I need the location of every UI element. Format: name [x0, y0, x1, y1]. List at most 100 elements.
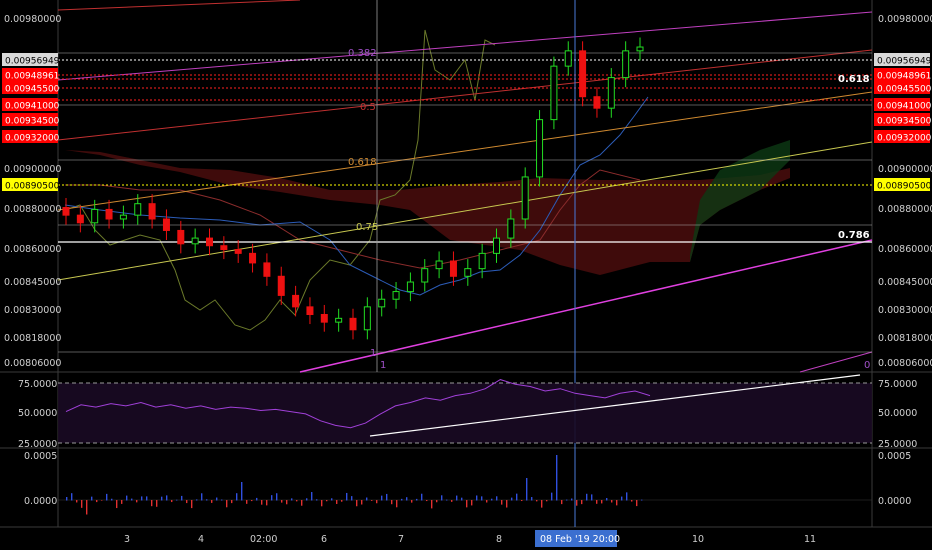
macd-bar: [606, 498, 608, 501]
trading-chart[interactable]: 0.382 0.5 0.618 0.75 1 0.618 0.786 1 0 0…: [0, 0, 932, 550]
candle-body: [62, 207, 70, 216]
candle-body: [349, 317, 357, 331]
candle-body: [593, 96, 601, 109]
y-tick-label: 0.00980000: [878, 14, 932, 25]
fib-label: 0: [864, 360, 870, 371]
rsi-tick-label: 25.0000: [18, 439, 57, 450]
macd-bar: [311, 492, 313, 501]
macd-bar: [461, 497, 463, 501]
x-tick-label: 10: [692, 534, 704, 545]
macd-bar: [501, 500, 503, 505]
macd-bar: [371, 500, 373, 501]
macd-bar: [481, 496, 483, 501]
x-tick-label: 3: [124, 534, 130, 545]
macd-bar: [116, 500, 118, 509]
macd-bar: [316, 499, 318, 501]
x-tick-label: 7: [398, 534, 404, 545]
macd-bar: [106, 493, 108, 501]
candle-body: [76, 214, 84, 224]
rsi-tick-label: 75.0000: [878, 379, 917, 390]
macd-bar: [581, 500, 583, 505]
candle-body: [392, 291, 400, 300]
macd-bar: [266, 500, 268, 506]
macd-bar: [101, 500, 103, 501]
macd-bar: [556, 455, 558, 501]
candle-body: [507, 218, 515, 239]
y-tick-label: 0.00900000: [878, 164, 932, 175]
macd-bar: [336, 500, 338, 504]
macd-bar: [616, 500, 618, 506]
candle-body: [105, 208, 113, 220]
macd-bar: [211, 500, 213, 503]
macd-bar: [81, 500, 83, 508]
macd-bar: [91, 496, 93, 501]
macd-bar: [456, 495, 458, 501]
fib-label: 1: [380, 360, 386, 371]
macd-bar: [386, 493, 388, 501]
candle-body: [148, 203, 156, 220]
macd-bar: [586, 493, 588, 501]
macd-bar: [256, 497, 258, 501]
candle-body: [449, 260, 457, 277]
candle-body: [363, 306, 371, 331]
price-tag-label: 0.00956949: [877, 57, 932, 67]
candle-body: [134, 203, 142, 216]
macd-bar: [196, 499, 198, 501]
candle-body: [478, 252, 486, 270]
macd-bar: [551, 492, 553, 501]
macd-bar: [306, 498, 308, 501]
macd-bar: [376, 500, 378, 504]
y-tick-label: 0.00860000: [4, 244, 61, 255]
candle-body: [191, 237, 199, 245]
candle-body: [378, 298, 386, 308]
price-tag-label: 0.00934500: [5, 117, 60, 127]
candle-body: [263, 262, 271, 277]
y-tick-label: 0.00860000: [878, 244, 932, 255]
y-tick-label: 0.00980000: [4, 14, 61, 25]
macd-bar: [176, 499, 178, 501]
candle-body: [607, 77, 615, 109]
candle-body: [406, 281, 414, 293]
macd-bar: [471, 500, 473, 506]
macd-bar: [406, 497, 408, 501]
macd-bar: [576, 500, 578, 506]
macd-bar: [571, 498, 573, 501]
macd-bar: [281, 500, 283, 503]
macd-bar: [356, 500, 358, 507]
macd-tick-label: 0.0000: [878, 496, 911, 507]
macd-bar: [526, 478, 528, 501]
macd-bar: [411, 500, 413, 503]
y-tick-label: 0.00818000: [4, 333, 61, 344]
x-tick-label: 4: [198, 534, 204, 545]
fib-label: 0.618: [838, 74, 870, 85]
rsi-panel: [58, 374, 872, 444]
rsi-tick-label: 50.0000: [878, 408, 917, 419]
price-tag-label: 0.00932000: [877, 134, 932, 144]
macd-bar: [326, 500, 328, 502]
x-tick-label: 11: [804, 534, 816, 545]
y-tick-label: 0.00880000: [4, 204, 61, 215]
macd-bar: [151, 500, 153, 507]
macd-bar: [521, 500, 523, 502]
macd-bar: [161, 496, 163, 501]
macd-bar: [351, 496, 353, 501]
macd-bar: [511, 497, 513, 501]
macd-bar: [486, 500, 488, 503]
macd-bar: [516, 493, 518, 501]
macd-bar: [126, 495, 128, 501]
candle-body: [493, 237, 500, 254]
candle-body: [206, 237, 213, 247]
macd-bar: [301, 500, 303, 506]
macd-tick-label: 0.0005: [878, 451, 911, 462]
macd-bar: [71, 493, 73, 501]
macd-bar: [66, 497, 68, 501]
macd-bar: [476, 495, 478, 501]
macd-bar: [441, 495, 443, 501]
macd-bar: [221, 499, 223, 501]
price-tag-label: 0.00941000: [877, 102, 932, 112]
macd-bar: [241, 482, 243, 501]
candle-body: [521, 176, 529, 220]
macd-bar: [226, 500, 228, 508]
candle-body: [277, 275, 285, 296]
price-tag-label: 0.00890500: [5, 182, 60, 192]
